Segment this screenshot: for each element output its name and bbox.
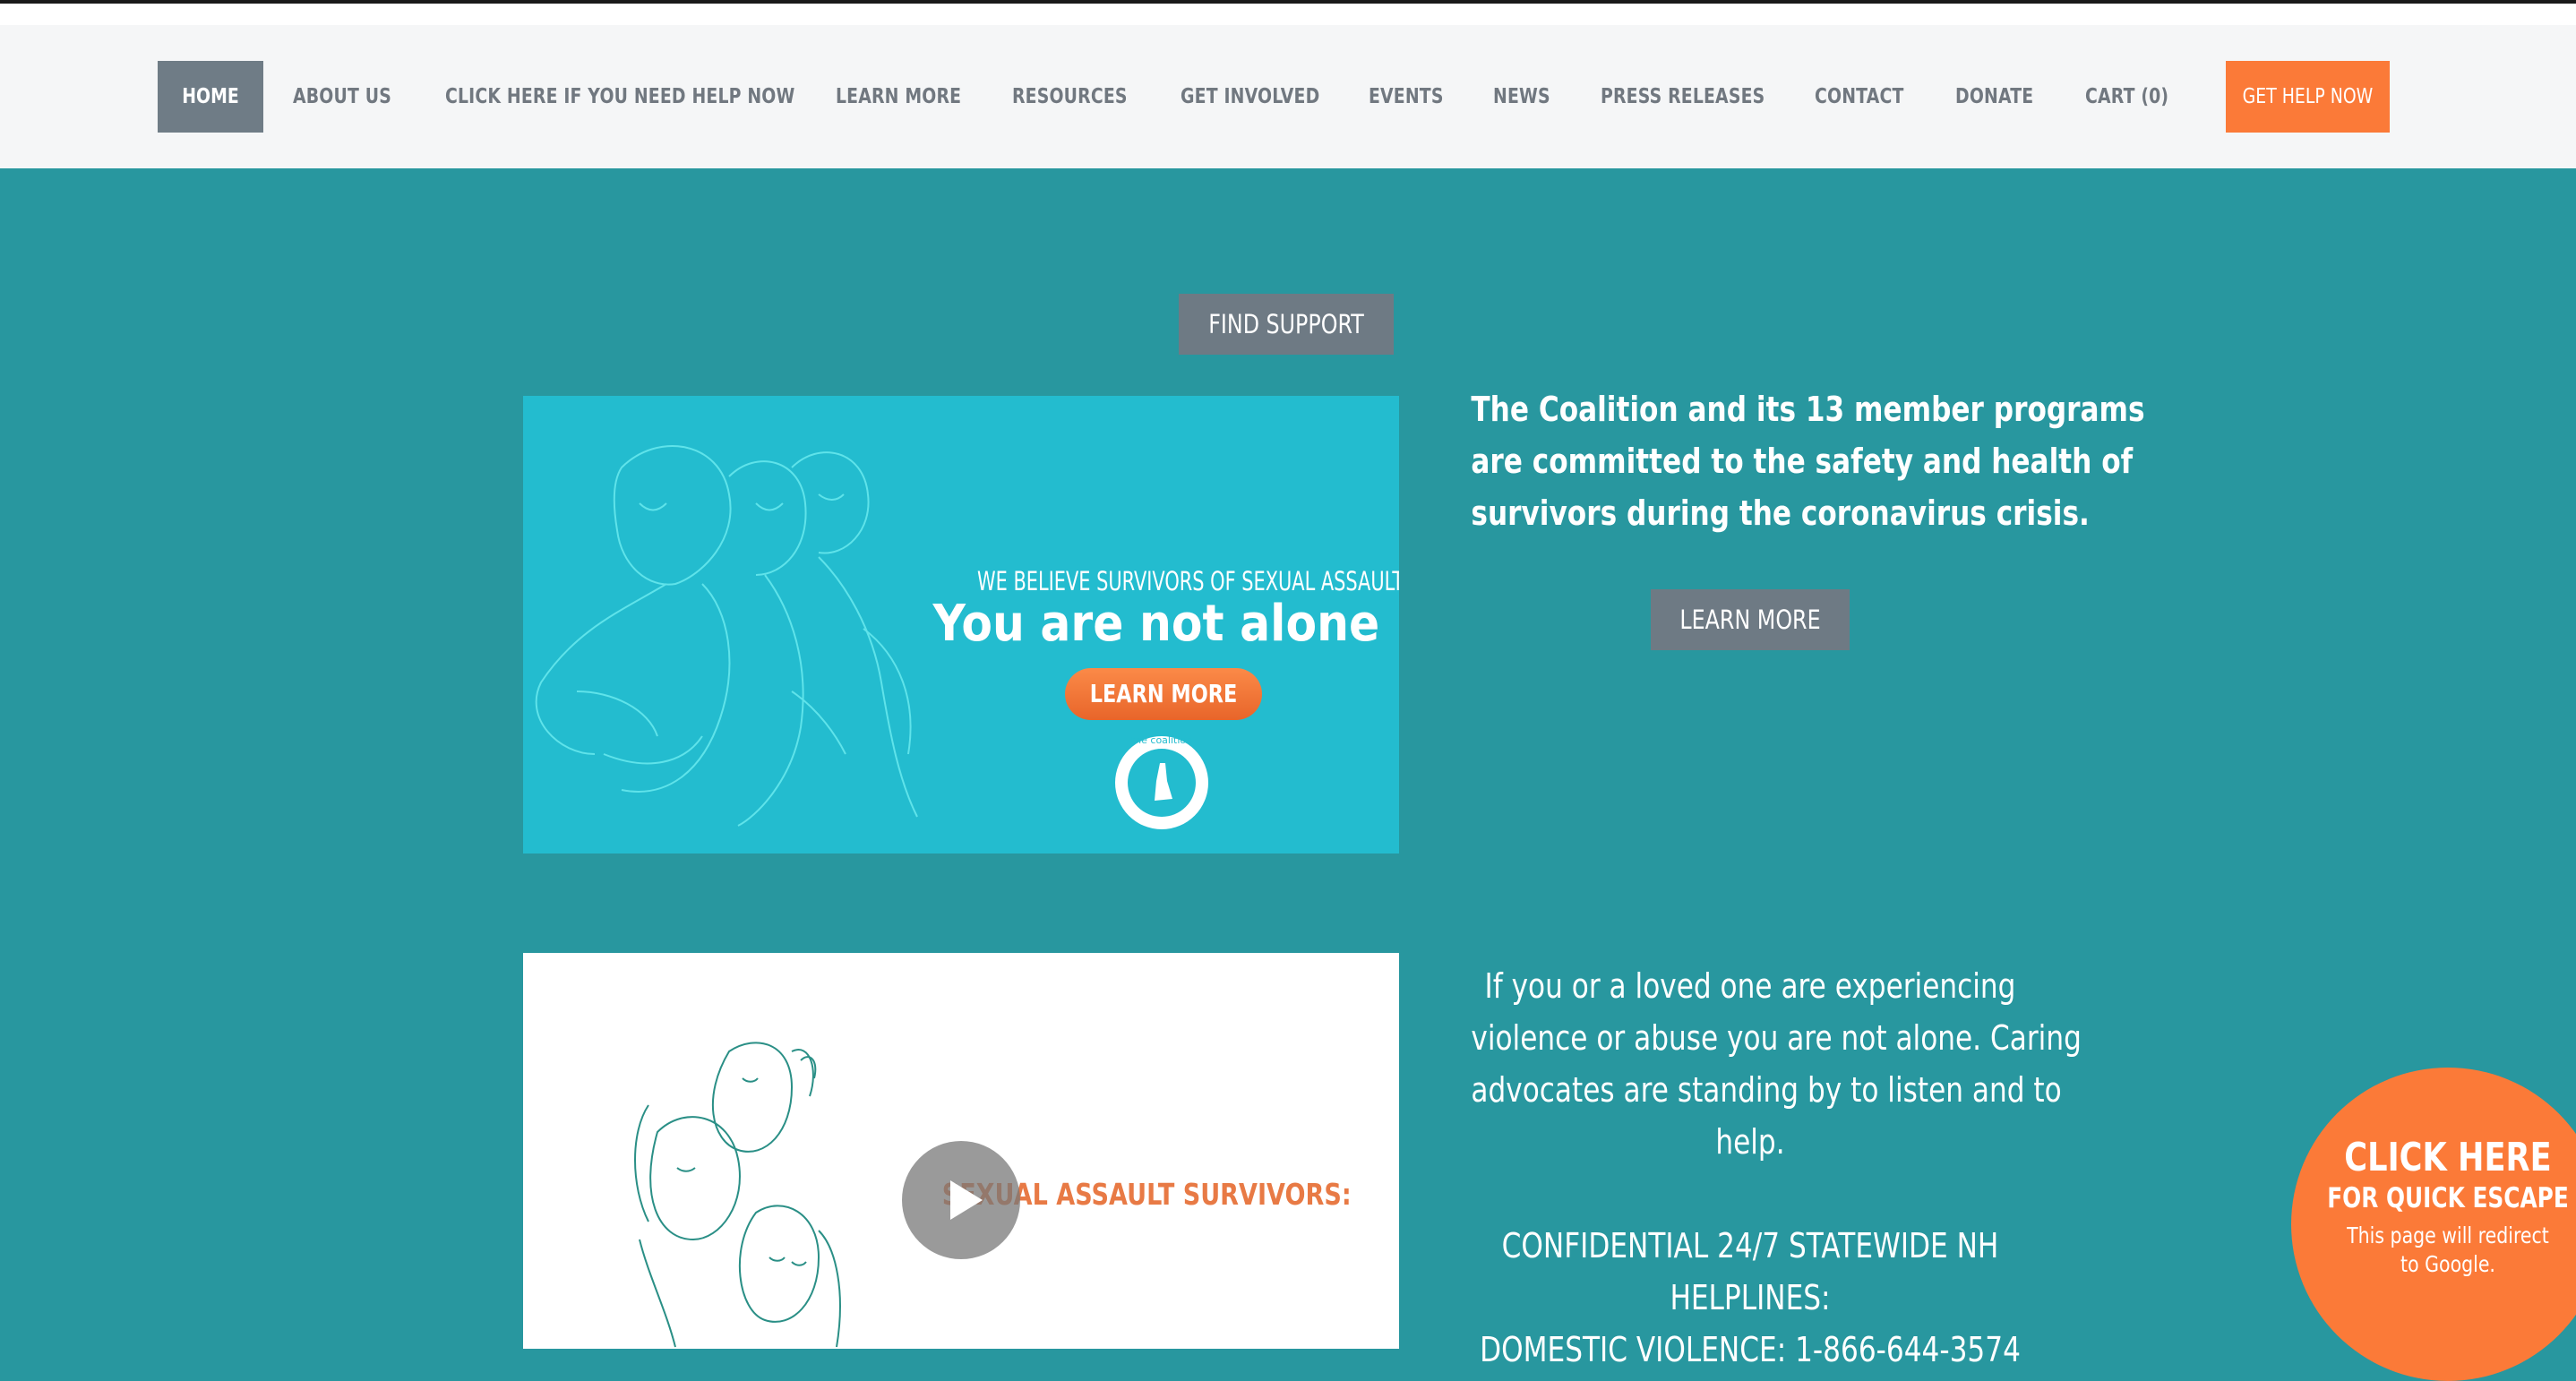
nav-item-need-help-now[interactable]: CLICK HERE IF YOU NEED HELP NOW	[445, 61, 794, 133]
logo-text: the coalition	[1115, 734, 1208, 746]
nav-item-home-label: HOME	[167, 61, 254, 133]
coalition-line-2: are committed to the safety and health o…	[1471, 435, 2029, 487]
find-support-label: FIND SUPPORT	[1198, 294, 1375, 355]
quick-escape-line-3: This page will redirect	[2320, 1222, 2576, 1250]
coalition-statement: The Coalition and its 13 member programs…	[1410, 383, 2091, 539]
coalition-learn-more-label: LEARN MORE	[1669, 589, 1832, 650]
not-alone-banner[interactable]: WE BELIEVE SURVIVORS OF SEXUAL ASSAULT Y…	[523, 396, 1399, 853]
banner-learn-more-button[interactable]: LEARN MORE	[1065, 668, 1262, 720]
help-line-4: help.	[1471, 1116, 2029, 1168]
nav-item-cart[interactable]: CART (0)	[2085, 61, 2168, 133]
help-text: If you or a loved one are experiencing v…	[1410, 960, 2091, 1376]
quick-escape-line-4: to Google.	[2320, 1250, 2576, 1279]
banner-subheadline: WE BELIEVE SURVIVORS OF SEXUAL ASSAULT	[977, 566, 1332, 596]
nav-item-events[interactable]: EVENTS	[1369, 61, 1444, 133]
top-spacer	[0, 4, 2576, 25]
quick-escape-line-2: FOR QUICK ESCAPE	[2323, 1182, 2573, 1214]
help-spacer	[1471, 1168, 2029, 1220]
helplines-heading-2: HELPLINES:	[1471, 1272, 2029, 1324]
nav-item-learn-more[interactable]: LEARN MORE	[836, 61, 961, 133]
help-line-1: If you or a loved one are experiencing	[1471, 960, 2029, 1012]
banner-learn-more-label: LEARN MORE	[1085, 668, 1242, 720]
play-icon	[902, 1141, 1020, 1259]
find-support-button[interactable]: FIND SUPPORT	[1179, 294, 1394, 355]
helplines-heading-1: CONFIDENTIAL 24/7 STATEWIDE NH	[1471, 1220, 2029, 1272]
video-banner[interactable]: SEXUAL ASSAULT SURVIVORS:	[523, 953, 1399, 1349]
quick-escape-line-1: CLICK HERE	[2323, 1135, 2573, 1180]
nav-item-donate[interactable]: DONATE	[1955, 61, 2033, 133]
help-line-3: advocates are standing by to listen and …	[1471, 1064, 2029, 1116]
main-navigation: HOME ABOUT US CLICK HERE IF YOU NEED HEL…	[0, 25, 2576, 168]
nav-item-resources[interactable]: RESOURCES	[1012, 61, 1128, 133]
nav-item-press-releases[interactable]: PRESS RELEASES	[1601, 61, 1765, 133]
coalition-logo: the coalition	[1115, 736, 1208, 829]
nav-item-about-us[interactable]: ABOUT US	[293, 61, 391, 133]
coalition-learn-more-button[interactable]: LEARN MORE	[1651, 589, 1850, 650]
video-play-button[interactable]	[902, 1141, 1020, 1259]
coalition-line-1: The Coalition and its 13 member programs	[1471, 383, 2029, 435]
domestic-violence-helpline[interactable]: DOMESTIC VIOLENCE: 1-866-644-3574	[1471, 1324, 2029, 1376]
banner-headline: You are not alone	[933, 595, 1377, 653]
quick-escape-button[interactable]: CLICK HERE FOR QUICK ESCAPE This page wi…	[2291, 1068, 2576, 1381]
help-line-2: violence or abuse you are not alone. Car…	[1471, 1012, 2029, 1064]
nav-item-home[interactable]: HOME	[158, 61, 263, 133]
coalition-line-3: survivors during the coronavirus crisis.	[1471, 487, 2029, 539]
nav-item-contact[interactable]: CONTACT	[1815, 61, 1904, 133]
state-outline-icon	[1115, 736, 1208, 829]
get-help-now-label: GET HELP NOW	[2240, 61, 2374, 133]
nav-item-news[interactable]: NEWS	[1493, 61, 1550, 133]
nav-item-get-involved[interactable]: GET INVOLVED	[1181, 61, 1319, 133]
get-help-now-button[interactable]: GET HELP NOW	[2226, 61, 2390, 133]
